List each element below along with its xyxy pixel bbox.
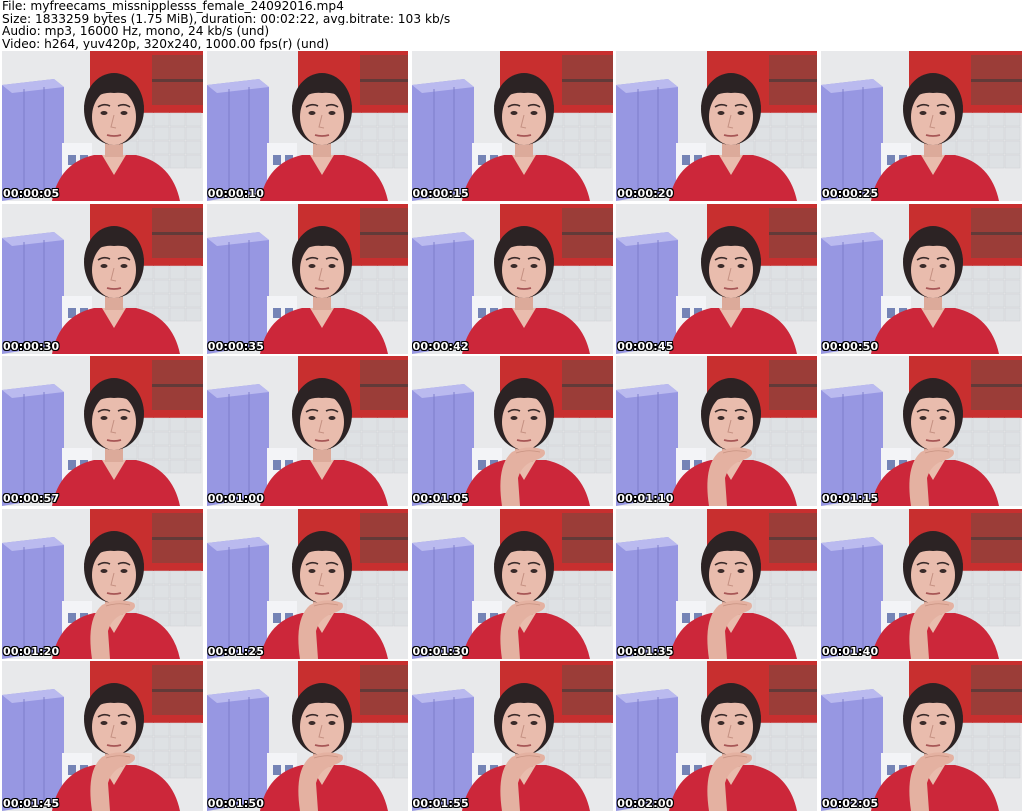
video-thumbnail: 00:01:45 (2, 661, 203, 811)
video-thumbnail: 00:01:35 (616, 508, 818, 659)
video-frame (206, 508, 408, 659)
video-thumbnail: 00:00:25 (821, 51, 1022, 201)
video-frame (821, 661, 1022, 811)
video-frame (411, 203, 613, 354)
video-thumbnail: 00:00:50 (821, 203, 1022, 354)
video-frame (2, 508, 203, 659)
video-thumbnail: 00:01:10 (616, 356, 818, 506)
video-frame (206, 51, 408, 201)
video-frame (616, 661, 818, 811)
video-thumbnail: 00:00:10 (206, 51, 408, 201)
video-frame (821, 203, 1022, 354)
video-frame (411, 661, 613, 811)
video-frame (411, 508, 613, 659)
video-frame (2, 661, 203, 811)
video-thumbnail: 00:01:15 (821, 356, 1022, 506)
video-thumbnail: 00:01:25 (206, 508, 408, 659)
video-thumbnail: 00:01:20 (2, 508, 203, 659)
video-thumbnail: 00:00:35 (206, 203, 408, 354)
video-thumbnail: 00:01:30 (411, 508, 613, 659)
video-thumbnail: 00:01:00 (206, 356, 408, 506)
video-thumbnail: 00:00:45 (616, 203, 818, 354)
video-thumbnail: 00:00:15 (411, 51, 613, 201)
file-name-line: File: myfreecams_missnipplesss_female_24… (2, 0, 344, 13)
video-frame (411, 356, 613, 506)
video-thumbnail: 00:02:00 (616, 661, 818, 811)
video-thumbnail: 00:01:40 (821, 508, 1022, 659)
video-thumbnail: 00:00:05 (2, 51, 203, 201)
video-frame (206, 356, 408, 506)
file-info-header: File: myfreecams_missnipplesss_female_24… (2, 0, 1012, 50)
video-frame (821, 508, 1022, 659)
video-frame (206, 661, 408, 811)
video-thumbnail: 00:02:05 (821, 661, 1022, 811)
video-frame (2, 356, 203, 506)
video-frame (821, 51, 1022, 201)
file-size-line: Size: 1833259 bytes (1.75 MiB), duration… (2, 12, 451, 25)
video-thumbnail: 00:01:05 (411, 356, 613, 506)
video-frame (2, 51, 203, 201)
video-thumbnail: 00:00:42 (411, 203, 613, 354)
video-frame (411, 51, 613, 201)
video-frame (206, 203, 408, 354)
video-frame (616, 203, 818, 354)
video-frame (2, 203, 203, 354)
audio-info-line: Audio: mp3, 16000 Hz, mono, 24 kb/s (und… (2, 25, 270, 38)
video-frame (616, 508, 818, 659)
video-thumbnail: 00:00:57 (2, 356, 203, 506)
video-frame (616, 51, 818, 201)
video-frame (616, 356, 818, 506)
video-thumbnail: 00:00:20 (616, 51, 818, 201)
video-thumbnail: 00:01:50 (206, 661, 408, 811)
video-thumbnail: 00:01:55 (411, 661, 613, 811)
video-info-line: Video: h264, yuv420p, 320x240, 1000.00 f… (2, 37, 329, 50)
video-thumbnail: 00:00:30 (2, 203, 203, 354)
thumbnail-grid: 00:00:05 00:00:10 00:00:15 00:00:20 00:00:25… (2, 51, 1022, 811)
video-frame (821, 356, 1022, 506)
